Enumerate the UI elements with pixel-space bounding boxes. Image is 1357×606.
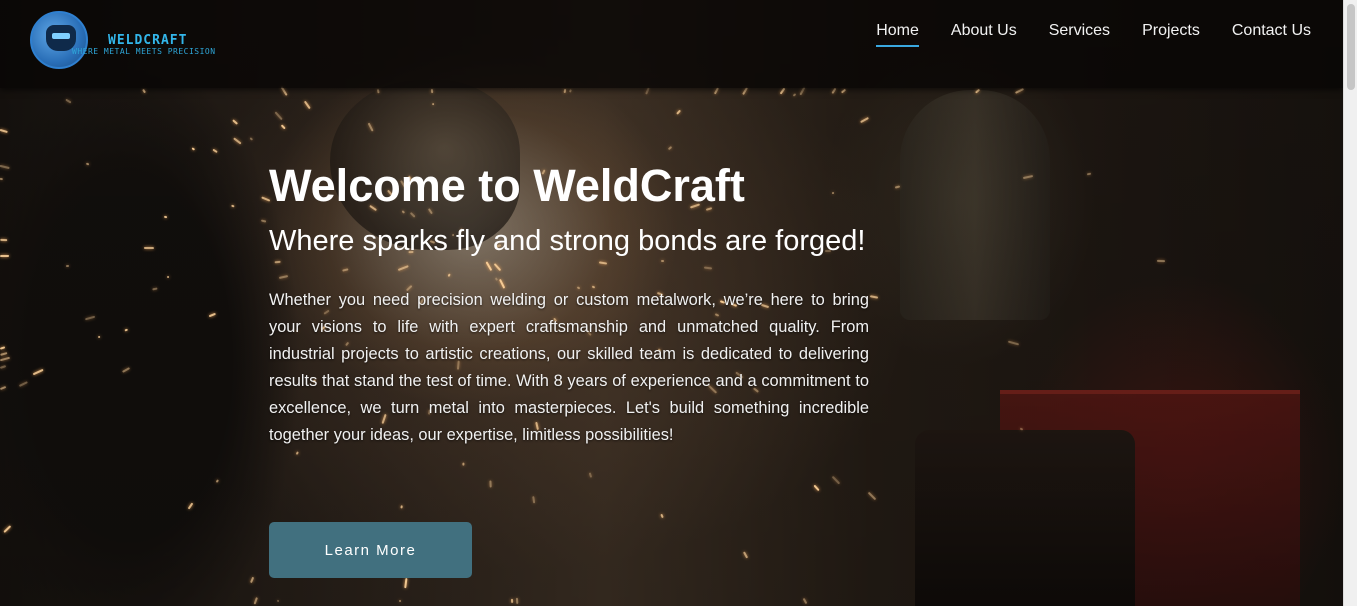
spark-particle (191, 147, 195, 151)
hero-description: Whether you need precision welding or cu… (269, 291, 869, 444)
brand-logo[interactable]: WELDCRAFT WHERE METAL MEETS PRECISION (30, 11, 245, 71)
brand-name: WELDCRAFT (108, 33, 188, 48)
spark-particle (431, 102, 435, 106)
welder-logo-icon (30, 11, 88, 69)
learn-more-button[interactable]: Learn More (269, 522, 472, 578)
spark-particle (143, 247, 154, 250)
spark-particle (1157, 259, 1165, 263)
spark-particle (260, 219, 267, 223)
scrollbar-thumb[interactable] (1347, 4, 1355, 90)
spark-particle (510, 598, 514, 604)
main-nav: Home About Us Services Projects Contact … (876, 22, 1311, 47)
site-header: WELDCRAFT WHERE METAL MEETS PRECISION Ho… (0, 0, 1343, 88)
hero-title: Welcome to WeldCraft (269, 160, 745, 211)
spark-particle (376, 88, 380, 94)
nav-projects[interactable]: Projects (1142, 22, 1200, 47)
hero-content: Welcome to WeldCraft Where sparks fly an… (269, 158, 869, 449)
brand-tagline: WHERE METAL MEETS PRECISION (72, 47, 216, 56)
nav-services[interactable]: Services (1049, 22, 1110, 47)
spark-particle (0, 254, 10, 257)
spark-particle (85, 162, 90, 166)
page-scrollbar[interactable] (1343, 0, 1357, 606)
spark-particle (531, 495, 535, 504)
hero-subtitle: Where sparks fly and strong bonds are fo… (269, 225, 866, 257)
nav-contact-us[interactable]: Contact Us (1232, 22, 1311, 47)
spark-particle (166, 275, 169, 279)
nav-home[interactable]: Home (876, 22, 919, 47)
spark-particle (97, 335, 101, 338)
nav-about-us[interactable]: About Us (951, 22, 1017, 47)
spark-particle (276, 599, 280, 603)
spark-particle (295, 450, 299, 455)
spark-particle (65, 264, 69, 268)
